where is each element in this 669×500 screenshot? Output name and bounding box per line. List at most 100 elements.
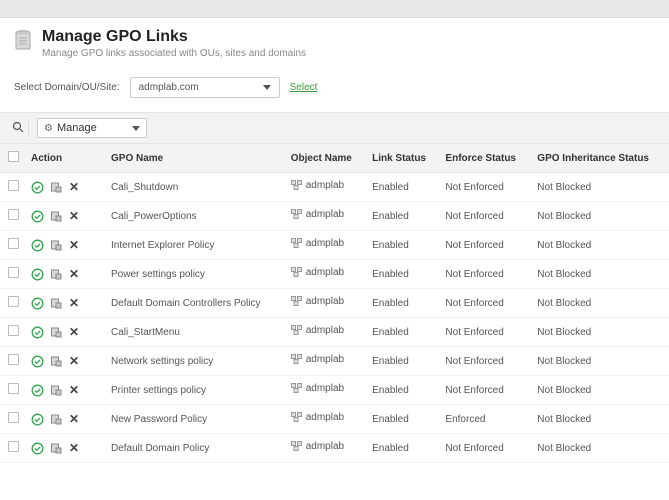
cell-link-status: Enabled	[366, 318, 439, 347]
enable-icon[interactable]	[31, 297, 44, 310]
row-checkbox[interactable]	[8, 296, 19, 307]
remove-icon[interactable]: ✕	[69, 325, 79, 339]
row-checkbox[interactable]	[8, 267, 19, 278]
row-checkbox[interactable]	[8, 325, 19, 336]
cell-inheritance: Not Blocked	[531, 318, 669, 347]
page-header: Manage GPO Links Manage GPO links associ…	[0, 18, 669, 67]
cell-object-name: admplab	[306, 267, 344, 278]
chevron-down-icon	[263, 85, 271, 90]
remove-icon[interactable]: ✕	[69, 296, 79, 310]
link-icon[interactable]	[50, 239, 63, 252]
row-checkbox[interactable]	[8, 180, 19, 191]
link-icon[interactable]	[50, 355, 63, 368]
remove-icon[interactable]: ✕	[69, 238, 79, 252]
row-checkbox[interactable]	[8, 209, 19, 220]
remove-icon[interactable]: ✕	[69, 180, 79, 194]
cell-inheritance: Not Blocked	[531, 202, 669, 231]
table-row: ✕ Default Domain Controllers Policy admp…	[0, 289, 669, 318]
link-icon[interactable]	[50, 326, 63, 339]
cell-link-status: Enabled	[366, 405, 439, 434]
col-enforce-status: Enforce Status	[439, 144, 531, 173]
cell-gpo-name: Cali_PowerOptions	[105, 202, 285, 231]
domain-icon	[291, 325, 302, 336]
cell-enforce-status: Not Enforced	[439, 318, 531, 347]
col-inheritance: GPO Inheritance Status	[531, 144, 669, 173]
enable-icon[interactable]	[31, 239, 44, 252]
link-icon[interactable]	[50, 297, 63, 310]
table-row: ✕ Cali_Shutdown admplab Enabled Not Enfo…	[0, 173, 669, 202]
enable-icon[interactable]	[31, 384, 44, 397]
link-icon[interactable]	[50, 181, 63, 194]
col-link-status: Link Status	[366, 144, 439, 173]
enable-icon[interactable]	[31, 355, 44, 368]
cell-inheritance: Not Blocked	[531, 231, 669, 260]
cell-inheritance: Not Blocked	[531, 173, 669, 202]
cell-link-status: Enabled	[366, 347, 439, 376]
enable-icon[interactable]	[31, 413, 44, 426]
link-icon[interactable]	[50, 384, 63, 397]
remove-icon[interactable]: ✕	[69, 354, 79, 368]
link-icon[interactable]	[50, 268, 63, 281]
cell-enforce-status: Not Enforced	[439, 289, 531, 318]
remove-icon[interactable]: ✕	[69, 383, 79, 397]
cell-inheritance: Not Blocked	[531, 260, 669, 289]
cell-inheritance: Not Blocked	[531, 434, 669, 463]
domain-dropdown[interactable]: admplab.com	[130, 77, 280, 98]
gpo-table: Action GPO Name Object Name Link Status …	[0, 144, 669, 463]
remove-icon[interactable]: ✕	[69, 441, 79, 455]
cell-link-status: Enabled	[366, 260, 439, 289]
link-icon[interactable]	[50, 442, 63, 455]
table-row: ✕ Default Domain Policy admplab Enabled …	[0, 434, 669, 463]
cell-object-name: admplab	[306, 383, 344, 394]
enable-icon[interactable]	[31, 210, 44, 223]
cell-link-status: Enabled	[366, 289, 439, 318]
cell-inheritance: Not Blocked	[531, 347, 669, 376]
cell-gpo-name: Power settings policy	[105, 260, 285, 289]
domain-icon	[291, 180, 302, 191]
row-checkbox[interactable]	[8, 354, 19, 365]
table-row: ✕ Cali_StartMenu admplab Enabled Not Enf…	[0, 318, 669, 347]
cell-inheritance: Not Blocked	[531, 405, 669, 434]
table-row: ✕ Network settings policy admplab Enable…	[0, 347, 669, 376]
cell-link-status: Enabled	[366, 202, 439, 231]
gpo-doc-icon	[14, 28, 34, 50]
manage-dropdown[interactable]: ⚙ Manage	[37, 118, 147, 138]
select-all-checkbox[interactable]	[8, 151, 19, 162]
row-checkbox[interactable]	[8, 412, 19, 423]
row-checkbox[interactable]	[8, 238, 19, 249]
search-icon[interactable]	[8, 121, 29, 136]
enable-icon[interactable]	[31, 268, 44, 281]
domain-value: admplab.com	[139, 82, 199, 93]
cell-gpo-name: Network settings policy	[105, 347, 285, 376]
remove-icon[interactable]: ✕	[69, 209, 79, 223]
domain-icon	[291, 354, 302, 365]
enable-icon[interactable]	[31, 326, 44, 339]
cell-gpo-name: Cali_Shutdown	[105, 173, 285, 202]
enable-icon[interactable]	[31, 442, 44, 455]
col-gpo-name: GPO Name	[105, 144, 285, 173]
cell-enforce-status: Not Enforced	[439, 202, 531, 231]
col-object-name: Object Name	[285, 144, 366, 173]
enable-icon[interactable]	[31, 181, 44, 194]
row-checkbox[interactable]	[8, 383, 19, 394]
col-action: Action	[25, 144, 105, 173]
cell-link-status: Enabled	[366, 231, 439, 260]
table-row: ✕ Power settings policy admplab Enabled …	[0, 260, 669, 289]
remove-icon[interactable]: ✕	[69, 412, 79, 426]
window-topbar	[0, 0, 669, 18]
cell-object-name: admplab	[306, 238, 344, 249]
domain-icon	[291, 238, 302, 249]
link-icon[interactable]	[50, 210, 63, 223]
table-toolbar: ⚙ Manage	[0, 112, 669, 144]
select-link[interactable]: Select	[290, 82, 318, 93]
domain-icon	[291, 441, 302, 452]
remove-icon[interactable]: ✕	[69, 267, 79, 281]
link-icon[interactable]	[50, 413, 63, 426]
row-checkbox[interactable]	[8, 441, 19, 452]
cell-object-name: admplab	[306, 354, 344, 365]
cell-enforce-status: Not Enforced	[439, 347, 531, 376]
cell-enforce-status: Not Enforced	[439, 231, 531, 260]
cell-link-status: Enabled	[366, 434, 439, 463]
cell-object-name: admplab	[306, 441, 344, 452]
cell-object-name: admplab	[306, 180, 344, 191]
